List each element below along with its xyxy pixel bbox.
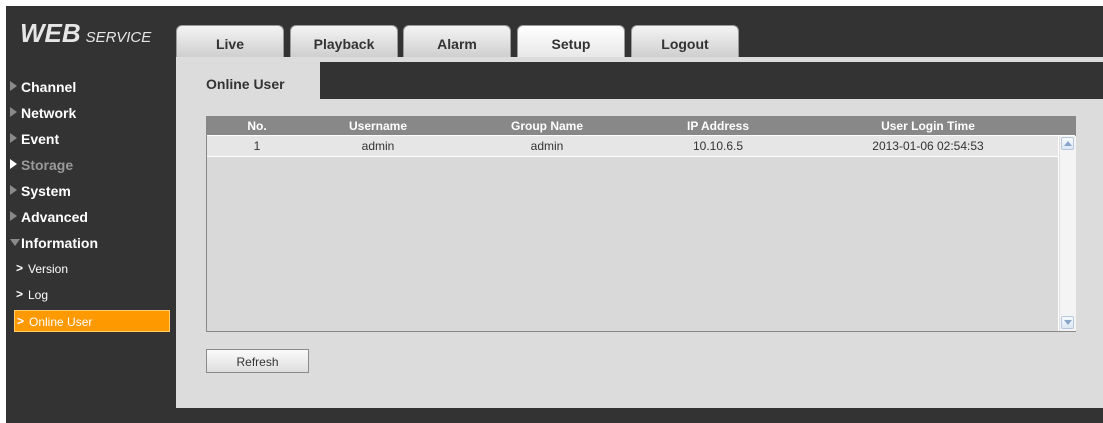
footer-strip	[176, 408, 1103, 423]
tab-setup[interactable]: Setup	[517, 25, 625, 57]
triangle-right-icon	[10, 107, 17, 117]
chevron-right-icon: >	[17, 314, 25, 328]
logo: WEB SERVICE	[20, 18, 151, 49]
triangle-right-icon	[10, 81, 17, 91]
content-header-strip	[320, 62, 1103, 99]
table-header: No. Username Group Name IP Address User …	[207, 117, 1075, 135]
sidebar-subitem-label: Log	[28, 288, 49, 302]
tab-alarm[interactable]: Alarm	[403, 25, 511, 57]
triangle-right-icon	[10, 185, 17, 195]
triangle-right-icon	[10, 133, 17, 143]
logo-main: WEB	[20, 18, 81, 48]
table-empty-area	[207, 157, 1058, 331]
sidebar-item-label: Channel	[21, 79, 77, 95]
column-header-username: Username	[348, 119, 408, 133]
content-tab-label: Online User	[206, 76, 285, 92]
sidebar-item-information[interactable]: Information	[6, 232, 171, 254]
column-header-group-name: Group Name	[510, 119, 583, 133]
sidebar-item-storage[interactable]: Storage	[6, 154, 171, 176]
sidebar-item-channel[interactable]: Channel	[6, 76, 171, 98]
sidebar-subitem-label: Online User	[29, 315, 93, 329]
scroll-up-icon[interactable]	[1061, 137, 1074, 150]
sidebar-item-label: Network	[21, 105, 77, 121]
sidebar-item-label: Advanced	[21, 209, 88, 225]
app-window: WEB SERVICE Live Playback Alarm Setup Log…	[6, 6, 1103, 423]
cell-username: admin	[361, 139, 395, 153]
table-row[interactable]: 1 admin admin 10.10.6.5 2013-01-06 02:54…	[207, 136, 1058, 156]
sidebar-item-event[interactable]: Event	[6, 128, 171, 150]
triangle-right-icon	[10, 159, 17, 169]
column-header-ip-address: IP Address	[686, 119, 750, 133]
cell-no: 1	[253, 139, 261, 153]
content-panel: Online User No. Username Group Name IP A…	[176, 62, 1103, 408]
refresh-button[interactable]: Refresh	[206, 349, 309, 373]
chevron-right-icon: >	[16, 287, 24, 301]
sidebar-subitem-online-user[interactable]: > Online User	[14, 310, 170, 332]
sidebar-item-label: Information	[21, 235, 98, 251]
triangle-down-icon	[10, 239, 20, 246]
column-header-no: No.	[247, 119, 267, 133]
tab-logout[interactable]: Logout	[631, 25, 739, 57]
sidebar-item-label: System	[21, 183, 71, 199]
sidebar-subitem-label: Version	[28, 262, 69, 276]
tab-playback[interactable]: Playback	[290, 25, 398, 57]
sidebar-item-label: Storage	[21, 157, 74, 173]
cell-group-name: admin	[530, 139, 564, 153]
scroll-down-icon[interactable]	[1061, 316, 1074, 329]
cell-user-login-time: 2013-01-06 02:54:53	[872, 139, 984, 153]
sidebar-subitem-log[interactable]: > Log	[14, 284, 170, 306]
tab-online-user[interactable]: Online User	[176, 69, 320, 99]
table-scrollbar[interactable]	[1059, 136, 1076, 331]
sidebar-item-advanced[interactable]: Advanced	[6, 206, 171, 228]
sidebar-item-network[interactable]: Network	[6, 102, 171, 124]
column-header-user-login-time: User Login Time	[881, 119, 975, 133]
logo-sub: SERVICE	[85, 29, 152, 46]
sidebar-item-label: Event	[21, 131, 60, 147]
triangle-right-icon	[10, 211, 17, 221]
cell-ip-address: 10.10.6.5	[692, 139, 744, 153]
online-user-table: No. Username Group Name IP Address User …	[206, 116, 1076, 332]
sidebar-item-system[interactable]: System	[6, 180, 171, 202]
tab-live[interactable]: Live	[176, 25, 284, 57]
chevron-right-icon: >	[16, 261, 24, 275]
sidebar-subitem-version[interactable]: > Version	[14, 258, 170, 280]
